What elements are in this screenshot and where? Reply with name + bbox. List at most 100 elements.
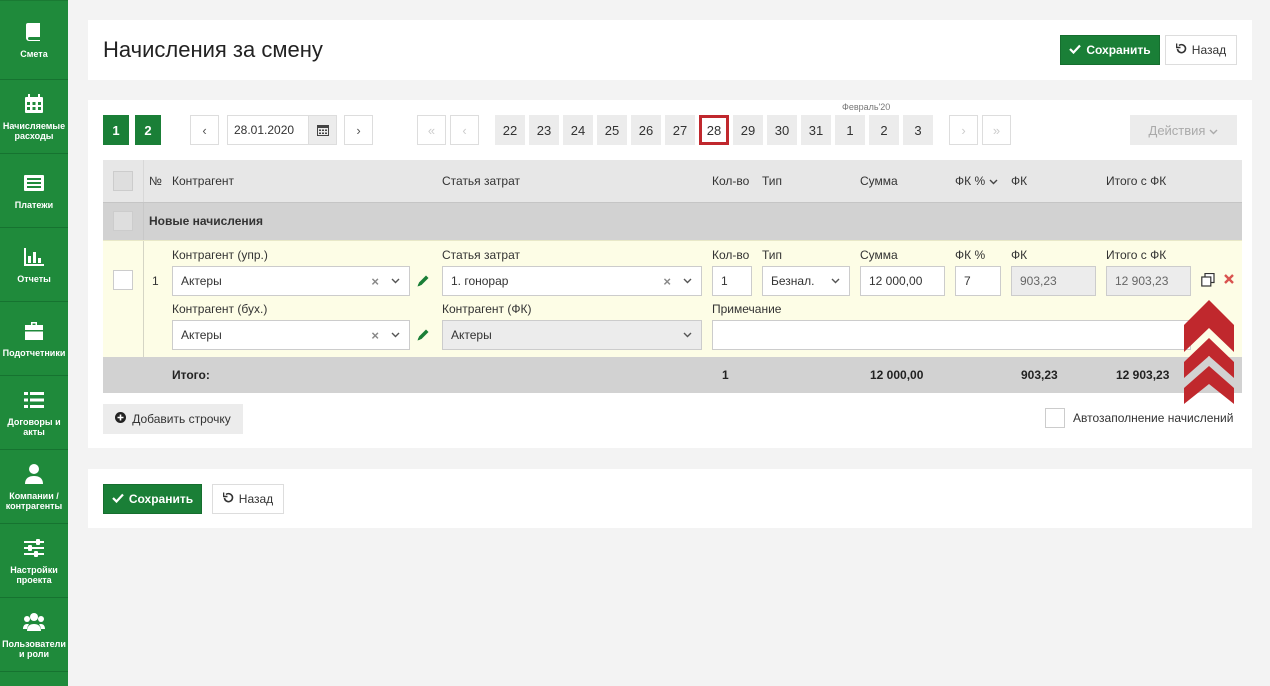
chevron-down-icon: [1209, 123, 1218, 138]
clear-icon[interactable]: ×: [663, 274, 671, 289]
group-checkbox[interactable]: [113, 211, 133, 231]
header-num: №: [149, 174, 162, 188]
day-24[interactable]: 24: [563, 115, 593, 145]
header-fk-pct[interactable]: ФК %: [955, 174, 998, 188]
sidebar-item-estimate[interactable]: Смета: [0, 1, 68, 80]
plus-circle-icon: [115, 412, 127, 426]
day-3[interactable]: 3: [903, 115, 933, 145]
header-panel: Начисления за смену Сохранить Назад: [88, 20, 1252, 80]
label-note: Примечание: [712, 302, 782, 316]
sum-input[interactable]: 12 000,00: [860, 266, 945, 296]
date-prev-button[interactable]: ‹: [190, 115, 219, 145]
users-icon: [23, 611, 45, 633]
day-27[interactable]: 27: [665, 115, 695, 145]
calendar-icon[interactable]: [308, 116, 336, 144]
row-num: 1: [152, 274, 159, 288]
day-30[interactable]: 30: [767, 115, 797, 145]
totals-fk: 903,23: [1021, 368, 1058, 382]
header-total-fk: Итого с ФК: [1106, 174, 1167, 188]
date-input-value[interactable]: 28.01.2020: [228, 116, 308, 144]
delete-icon[interactable]: [1223, 273, 1235, 288]
day-22[interactable]: 22: [495, 115, 525, 145]
date-next-button[interactable]: ›: [344, 115, 373, 145]
sidebar-item-payments[interactable]: Платежи: [0, 154, 68, 228]
select-all-checkbox[interactable]: [113, 171, 133, 191]
month-label: Февраль'20: [842, 102, 891, 112]
counterparty-fk-select[interactable]: Актеры: [442, 320, 702, 350]
chevron-down-icon: [831, 278, 841, 284]
autofill-toggle[interactable]: Автозаполнение начислений: [1045, 408, 1233, 428]
shift-page-2[interactable]: 2: [135, 115, 161, 145]
row-checkbox[interactable]: [113, 270, 133, 290]
day-23[interactable]: 23: [529, 115, 559, 145]
footer-back-button[interactable]: Назад: [212, 484, 284, 514]
actions-label: Действия: [1148, 122, 1206, 138]
autofill-label: Автозаполнение начислений: [1073, 411, 1234, 425]
footer-save-button[interactable]: Сохранить: [103, 484, 202, 514]
fk-readonly: 903,23: [1011, 266, 1096, 296]
pencil-icon[interactable]: [416, 328, 430, 342]
back-button[interactable]: Назад: [1165, 35, 1237, 65]
counterparty-mgmt-select[interactable]: Актеры ×: [172, 266, 410, 296]
days-next-button[interactable]: ›: [949, 115, 978, 145]
table-row: 1 Контрагент (упр.) Актеры × Статья затр…: [103, 240, 1242, 357]
pencil-icon[interactable]: [416, 274, 430, 288]
briefcase-icon: [23, 320, 45, 342]
shift-page-1[interactable]: 1: [103, 115, 129, 145]
sidebar-item-label: Пользователи и роли: [2, 638, 66, 659]
sidebar-item-contracts[interactable]: Договоры и акты: [0, 376, 68, 450]
add-row-button[interactable]: Добавить строчку: [103, 404, 243, 434]
date-picker[interactable]: 28.01.2020: [227, 115, 337, 145]
undo-icon: [1175, 43, 1187, 57]
counterparty-acc-value: Актеры: [181, 328, 222, 342]
scroll-to-top-button[interactable]: [1184, 300, 1234, 404]
totals-qty: 1: [722, 368, 729, 382]
total-fk-readonly: 12 903,23: [1106, 266, 1191, 296]
chevron-up-icon: [1184, 300, 1234, 404]
day-29[interactable]: 29: [733, 115, 763, 145]
sidebar-item-accrued-expenses[interactable]: Начисляемые расходы: [0, 80, 68, 154]
sidebar-item-users[interactable]: Пользователи и роли: [0, 598, 68, 672]
list-icon: [23, 389, 45, 411]
sidebar-item-companies[interactable]: Компании / контрагенты: [0, 450, 68, 524]
counterparty-acc-select[interactable]: Актеры ×: [172, 320, 410, 350]
label-counterparty-acc: Контрагент (бух.): [172, 302, 268, 316]
qty-input[interactable]: 1: [712, 266, 752, 296]
column-divider: [143, 241, 144, 357]
day-31[interactable]: 31: [801, 115, 831, 145]
totals-row: Итого: 1 12 000,00 903,23 12 903,23: [103, 357, 1242, 393]
totals-label: Итого:: [172, 368, 210, 382]
clear-icon[interactable]: ×: [371, 328, 379, 343]
copy-icon[interactable]: [1201, 272, 1215, 290]
clear-icon[interactable]: ×: [371, 274, 379, 289]
note-input[interactable]: [712, 320, 1191, 350]
sidebar-item-reports[interactable]: Отчеты: [0, 228, 68, 302]
footer-panel: Сохранить Назад: [88, 469, 1252, 528]
sidebar-item-project-settings[interactable]: Настройки проекта: [0, 524, 68, 598]
label-counterparty-fk: Контрагент (ФК): [442, 302, 532, 316]
day-25[interactable]: 25: [597, 115, 627, 145]
actions-dropdown[interactable]: Действия: [1130, 115, 1237, 145]
book-icon: [23, 21, 45, 43]
fk-pct-input[interactable]: 7: [955, 266, 1001, 296]
header-counterparty: Контрагент: [172, 174, 235, 188]
label-fk-pct: ФК %: [955, 248, 986, 262]
day-26[interactable]: 26: [631, 115, 661, 145]
day-1[interactable]: 1: [835, 115, 865, 145]
sidebar-item-accountables[interactable]: Подотчетники: [0, 302, 68, 376]
cost-item-select[interactable]: 1. гонорар ×: [442, 266, 702, 296]
sidebar-item-label: Договоры и акты: [7, 416, 61, 437]
header-qty: Кол-во: [712, 174, 750, 188]
day-28-active[interactable]: 28: [699, 115, 729, 145]
days-prev-button[interactable]: ‹: [450, 115, 479, 145]
autofill-checkbox[interactable]: [1045, 408, 1065, 428]
day-2[interactable]: 2: [869, 115, 899, 145]
save-button[interactable]: Сохранить: [1060, 35, 1160, 65]
label-type: Тип: [762, 248, 783, 262]
type-select[interactable]: Безнал.: [762, 266, 850, 296]
chevron-down-icon: [683, 278, 693, 284]
totals-total-fk: 12 903,23: [1116, 368, 1170, 382]
days-first-button[interactable]: «: [417, 115, 446, 145]
days-last-button[interactable]: »: [982, 115, 1011, 145]
sidebar-item-label: Компании / контрагенты: [5, 490, 63, 511]
